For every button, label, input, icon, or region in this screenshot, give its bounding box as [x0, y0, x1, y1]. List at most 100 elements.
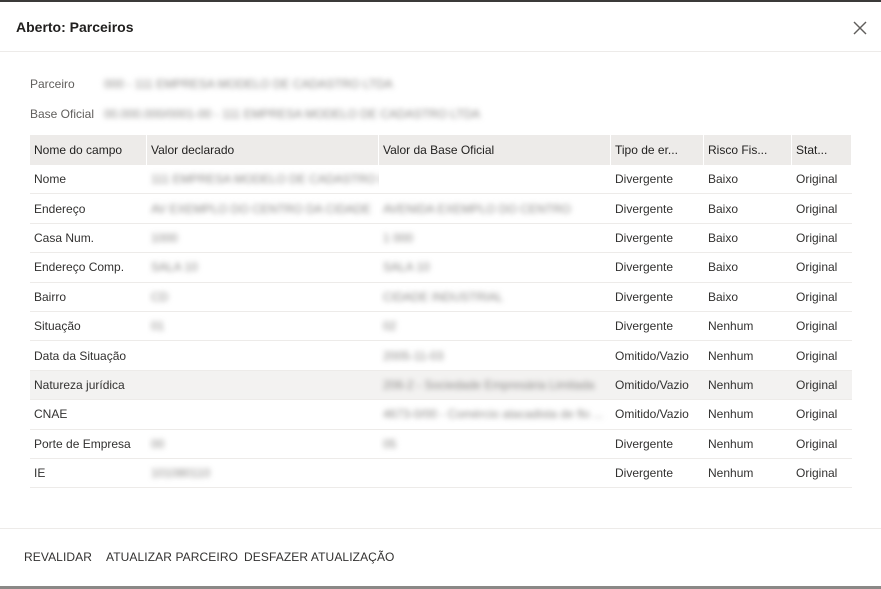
column-header[interactable]: Stat...	[792, 135, 852, 165]
declared-value-cell: 00	[147, 430, 379, 458]
field-name-cell-text: Endereço	[34, 201, 86, 216]
status-cell-text: Original	[796, 201, 838, 216]
status-cell: Original	[792, 430, 852, 458]
field-name-cell-text: Porte de Empresa	[34, 436, 131, 451]
tax-risk-cell: Baixo	[704, 253, 792, 281]
official-value-cell	[379, 165, 611, 193]
field-name-cell-text: Situação	[34, 319, 81, 334]
status-cell-text: Original	[796, 348, 838, 363]
revalidate-button[interactable]: REVALIDAR	[24, 550, 92, 564]
tax-risk-cell: Baixo	[704, 224, 792, 252]
status-cell: Original	[792, 312, 852, 340]
partner-dialog: Aberto: Parceiros Parceiro 000 - 111 EMP…	[0, 2, 881, 586]
declared-value-cell-text: AV EXEMPLO DO CENTRO DA CIDADE	[151, 201, 371, 216]
column-header[interactable]: Risco Fis...	[704, 135, 792, 165]
tax-risk-cell-text: Nenhum	[708, 319, 754, 334]
official-base-field: Base Oficial 00.000.000/0001-00 - 111 EM…	[30, 104, 480, 124]
status-cell-text: Original	[796, 172, 838, 187]
update-partner-button[interactable]: ATUALIZAR PARCEIRO	[106, 550, 238, 564]
column-header[interactable]: Nome do campo	[30, 135, 147, 165]
table-row[interactable]: Nome 111 EMPRESA MODELO DE CADASTRO LTDA …	[30, 165, 852, 195]
tax-risk-cell: Nenhum	[704, 430, 792, 458]
declared-value-cell: 111 EMPRESA MODELO DE CADASTRO LTDA ...	[147, 165, 379, 193]
table-row[interactable]: Situação 01 02 Divergente Nenhum Original	[30, 312, 852, 342]
field-name-cell-text: Data da Situação	[34, 348, 127, 363]
error-type-cell: Divergente	[611, 165, 704, 193]
table-row[interactable]: Bairro CD CIDADE INDUSTRIAL Divergente Baixo…	[30, 283, 852, 312]
column-header[interactable]: Tipo de er...	[611, 135, 704, 165]
field-name-cell: IE	[30, 459, 147, 487]
error-type-cell: Omitido/Vazio	[611, 371, 704, 399]
error-type-cell: Divergente	[611, 459, 704, 487]
official-value-cell-text: 2005-11-03	[383, 348, 444, 363]
field-name-cell: CNAE	[30, 400, 147, 428]
declared-value-cell-text: SALA 10	[151, 260, 198, 275]
tax-risk-cell-text: Nenhum	[708, 466, 754, 481]
field-name-cell: Porte de Empresa	[30, 430, 147, 458]
declared-value-cell: CD	[147, 283, 379, 311]
official-value-cell-text: 05	[383, 436, 397, 451]
close-icon[interactable]	[849, 17, 871, 39]
tax-risk-cell-text: Baixo	[708, 201, 739, 216]
dialog-title: Aberto: Parceiros	[16, 19, 134, 35]
table-row[interactable]: Endereço AV EXEMPLO DO CENTRO DA CIDADE AV…	[30, 194, 852, 224]
partner-label: Parceiro	[30, 77, 75, 91]
declared-value-cell: 1000	[147, 224, 379, 252]
field-name-cell-text: IE	[34, 466, 46, 481]
tax-risk-cell: Nenhum	[704, 341, 792, 369]
declared-value-cell: 01	[147, 312, 379, 340]
status-cell-text: Original	[796, 436, 838, 451]
table-row[interactable]: Data da Situação 2005-11-03 Omitido/Vazio N…	[30, 341, 852, 371]
official-value-cell: CIDADE INDUSTRIAL	[379, 283, 611, 311]
tax-risk-cell-text: Nenhum	[708, 436, 754, 451]
status-cell: Original	[792, 400, 852, 428]
official-value-cell-text: 02	[383, 319, 397, 334]
column-header[interactable]: Valor declarado	[147, 135, 379, 165]
status-cell: Original	[792, 341, 852, 369]
status-cell: Original	[792, 371, 852, 399]
official-value-cell: 206-2 - Sociedade Empresária Limitada	[379, 371, 611, 399]
undo-update-button[interactable]: DESFAZER ATUALIZAÇÃO	[244, 550, 394, 564]
field-name-cell: Nome	[30, 165, 147, 193]
tax-risk-cell: Nenhum	[704, 459, 792, 487]
declared-value-cell-text: 101080110	[151, 466, 211, 481]
validation-grid: Nome do campo Valor declarado Valor da B…	[30, 135, 852, 489]
table-row[interactable]: Natureza jurídica 206-2 - Sociedade Empre…	[30, 370, 852, 401]
partner-field: Parceiro 000 - 111 EMPRESA MODELO DE CAD…	[30, 74, 393, 94]
declared-value-cell: AV EXEMPLO DO CENTRO DA CIDADE	[147, 194, 379, 222]
error-type-cell-text: Omitido/Vazio	[615, 407, 689, 422]
table-row[interactable]: CNAE 4673-0/00 - Comércio atacadista de f…	[30, 400, 852, 430]
tax-risk-cell-text: Baixo	[708, 172, 739, 187]
table-row[interactable]: IE 101080110 Divergente Nenhum Original	[30, 459, 852, 489]
status-cell-text: Original	[796, 230, 838, 245]
field-name-cell: Casa Num.	[30, 224, 147, 252]
table-row[interactable]: Casa Num. 1000 1 000 Divergente Baixo Origina…	[30, 224, 852, 254]
partner-value: 000 - 111 EMPRESA MODELO DE CADASTRO LTD…	[104, 77, 393, 91]
status-cell-text: Original	[796, 289, 838, 304]
field-name-cell: Situação	[30, 312, 147, 340]
tax-risk-cell: Baixo	[704, 165, 792, 193]
official-value-cell-text: 1 000	[383, 230, 414, 245]
status-cell-text: Original	[796, 260, 838, 275]
error-type-cell-text: Omitido/Vazio	[615, 348, 689, 363]
column-header[interactable]: Valor da Base Oficial	[379, 135, 611, 165]
tax-risk-cell-text: Baixo	[708, 260, 739, 275]
tax-risk-cell-text: Nenhum	[708, 377, 754, 392]
status-cell: Original	[792, 283, 852, 311]
official-value-cell: AVENIDA EXEMPLO DO CENTRO	[379, 194, 611, 222]
dialog-footer: REVALIDAR ATUALIZAR PARCEIRO DESFAZER AT…	[0, 528, 881, 586]
field-name-cell-text: CNAE	[34, 407, 68, 422]
official-value-cell: 4673-0/00 - Comércio atacadista de flo .…	[379, 400, 611, 428]
table-row[interactable]: Porte de Empresa 00 05 Divergente Nenhum Orig…	[30, 430, 852, 459]
tax-risk-cell: Nenhum	[704, 371, 792, 399]
table-row[interactable]: Endereço Comp. SALA 10 SALA 10 Divergente Ba…	[30, 253, 852, 283]
declared-value-cell: 101080110	[147, 459, 379, 487]
field-name-cell: Bairro	[30, 283, 147, 311]
status-cell: Original	[792, 194, 852, 222]
tax-risk-cell: Baixo	[704, 194, 792, 222]
official-value-cell: 02	[379, 312, 611, 340]
declared-value-cell-text: 1000	[151, 230, 178, 245]
error-type-cell-text: Divergente	[615, 260, 674, 275]
grid-header: Nome do campo Valor declarado Valor da B…	[30, 135, 852, 165]
field-name-cell-text: Natureza jurídica	[34, 377, 125, 392]
